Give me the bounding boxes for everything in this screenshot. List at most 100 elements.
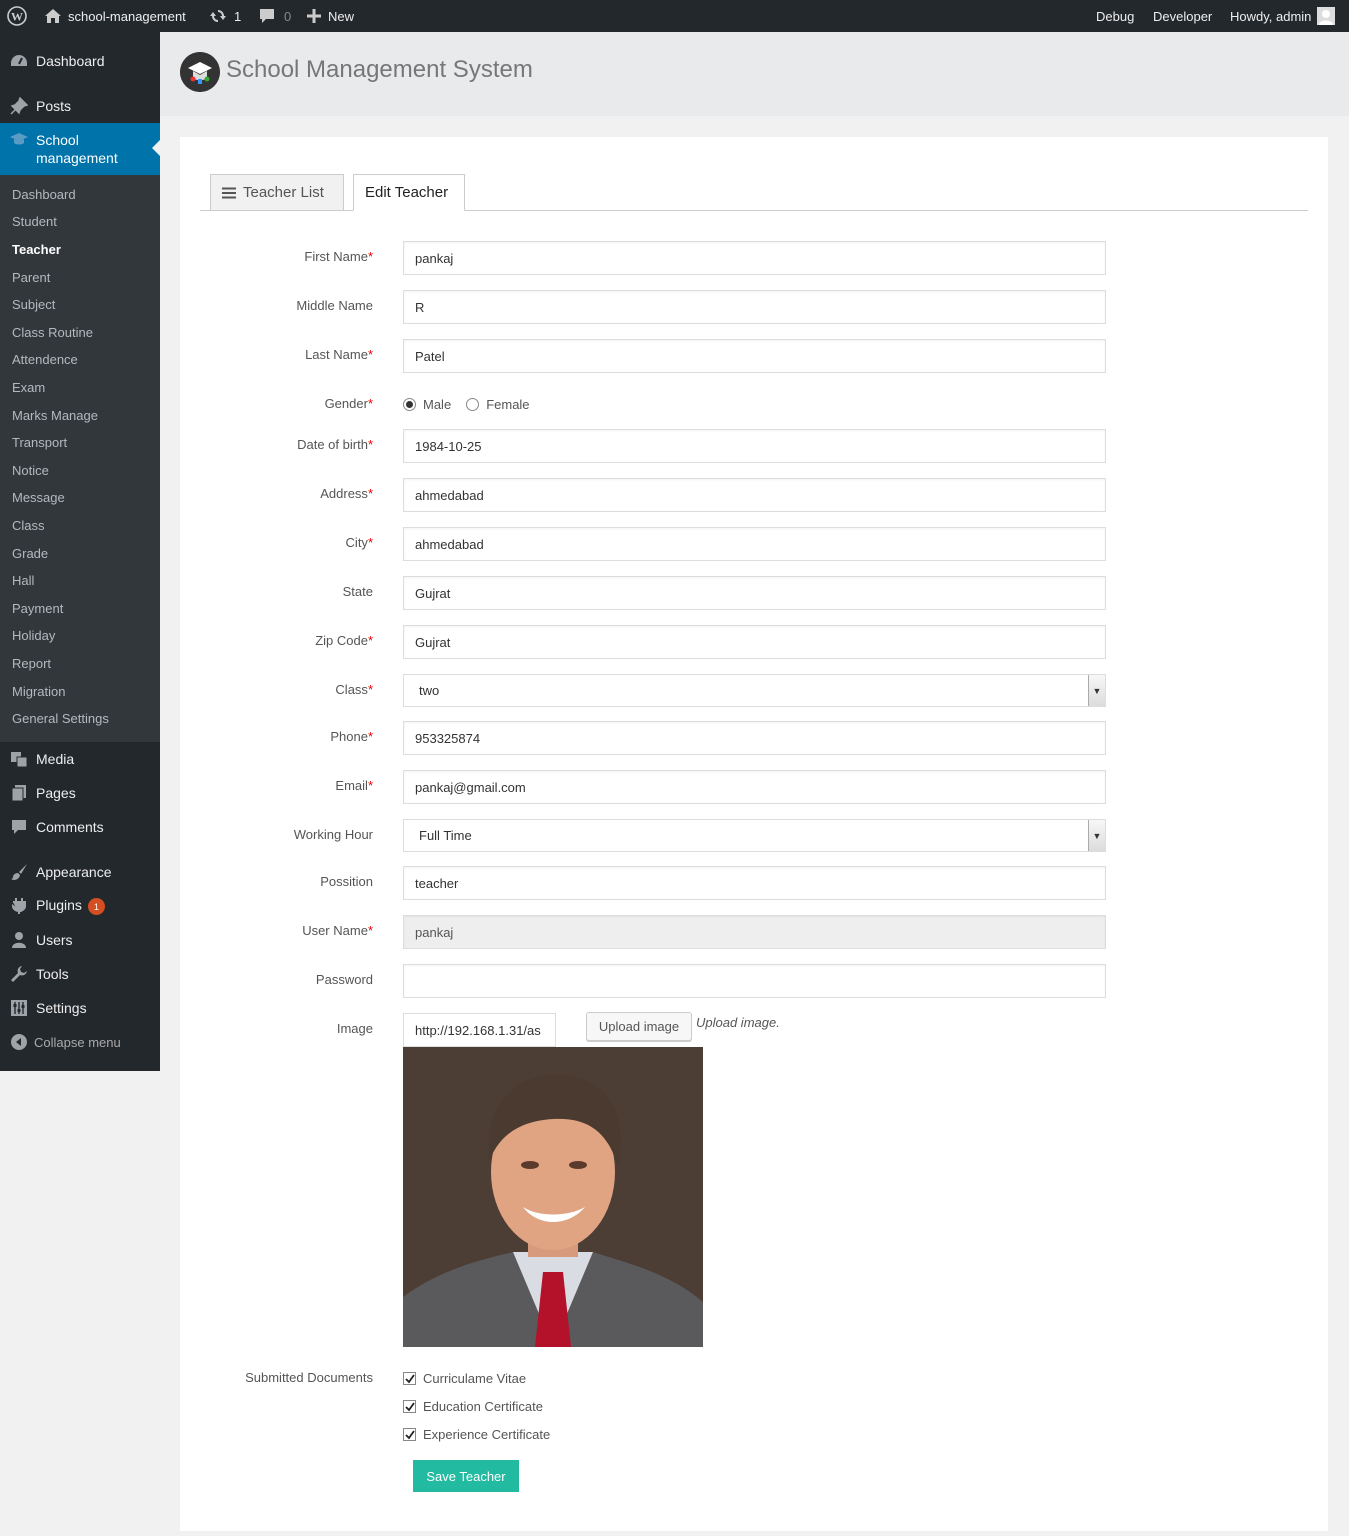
main-panel: Teacher List Edit Teacher First Name* pa… <box>180 137 1328 1531</box>
gender-label-text: Gender <box>324 396 368 411</box>
developer-link[interactable]: Developer <box>1153 0 1212 32</box>
password-label: Password <box>315 972 373 987</box>
menu-settings[interactable]: Settings <box>0 993 160 1023</box>
submenu-class[interactable]: Class <box>12 518 45 533</box>
media-icon <box>9 749 29 769</box>
phone-input[interactable]: 953325874 <box>403 721 1106 755</box>
submenu-message[interactable]: Message <box>12 490 65 505</box>
document-checkbox-row[interactable]: Experience Certificate <box>403 1427 550 1442</box>
required-marker: * <box>367 535 373 550</box>
working-hour-value: Full Time <box>419 828 472 843</box>
new-content-link[interactable]: New <box>306 0 354 32</box>
menu-pages[interactable]: Pages <box>0 778 160 808</box>
menu-users[interactable]: Users <box>0 925 160 955</box>
submenu-payment[interactable]: Payment <box>12 601 63 616</box>
checkbox-checked[interactable] <box>403 1372 416 1385</box>
gender-female-radio[interactable] <box>466 398 480 411</box>
submenu-student[interactable]: Student <box>12 214 57 229</box>
menu-school-management[interactable]: School management <box>0 123 160 175</box>
submenu-attendence[interactable]: Attendence <box>12 352 78 367</box>
dashboard-icon <box>9 51 29 71</box>
menu-media[interactable]: Media <box>0 744 160 774</box>
document-checkbox-row[interactable]: Curriculame Vitae <box>403 1371 526 1386</box>
phone-label-text: Phone <box>330 729 368 744</box>
dob-input[interactable]: 1984-10-25 <box>403 429 1106 463</box>
account-menu[interactable]: Howdy, admin <box>1230 0 1336 32</box>
menu-plugins[interactable]: Plugins 1 <box>0 891 160 921</box>
submenu-notice[interactable]: Notice <box>12 463 49 478</box>
plugin-icon <box>9 896 29 916</box>
site-name-label: school-management <box>68 8 186 24</box>
zip-label: Zip Code* <box>315 633 373 648</box>
required-marker: * <box>367 923 373 938</box>
dob-label-text: Date of birth <box>297 437 368 452</box>
gender-male-label: Male <box>423 397 452 412</box>
submenu-report[interactable]: Report <box>12 656 51 671</box>
class-select-value: two <box>419 683 440 698</box>
submitted-documents-label: Submitted Documents <box>245 1370 373 1385</box>
address-input[interactable]: ahmedabad <box>403 478 1106 512</box>
menu-comments-label: Comments <box>36 819 104 835</box>
gender-female-label: Female <box>486 397 530 412</box>
tab-edit-teacher[interactable]: Edit Teacher <box>353 174 465 211</box>
chevron-down-icon[interactable]: ▼ <box>1088 675 1105 706</box>
menu-dashboard[interactable]: Dashboard <box>0 46 160 76</box>
last-name-input[interactable]: Patel <box>403 339 1106 373</box>
gender-male-radio[interactable] <box>403 398 416 411</box>
class-select[interactable]: two ▼ <box>403 674 1106 707</box>
position-label: Possition <box>320 874 373 889</box>
debug-link[interactable]: Debug <box>1096 0 1134 32</box>
working-hour-select[interactable]: Full Time ▼ <box>403 819 1106 852</box>
image-url-input[interactable]: http://192.168.1.31/as <box>403 1013 556 1047</box>
middle-name-input[interactable]: R <box>403 290 1106 324</box>
updates-count: 1 <box>234 8 242 24</box>
wordpress-logo-icon[interactable]: W <box>7 0 27 32</box>
submenu-exam[interactable]: Exam <box>12 380 45 395</box>
avatar <box>1317 7 1336 25</box>
updates-link[interactable]: 1 <box>208 0 241 32</box>
submenu-class-routine[interactable]: Class Routine <box>12 325 93 340</box>
password-input[interactable] <box>403 964 1106 998</box>
comments-link[interactable]: 0 <box>258 0 291 32</box>
menu-tools[interactable]: Tools <box>0 959 160 989</box>
submenu-migration[interactable]: Migration <box>12 684 65 699</box>
email-label-text: Email <box>335 778 368 793</box>
menu-media-label: Media <box>36 751 75 767</box>
zip-input[interactable]: Gujrat <box>403 625 1106 659</box>
submenu-hall[interactable]: Hall <box>12 573 34 588</box>
current-menu-arrow <box>152 140 160 156</box>
pin-icon <box>9 96 29 116</box>
submenu-grade[interactable]: Grade <box>12 546 48 561</box>
menu-appearance[interactable]: Appearance <box>0 857 160 887</box>
middle-name-label: Middle Name <box>296 298 373 313</box>
settings-icon <box>9 998 29 1018</box>
menu-posts-label: Posts <box>36 98 72 114</box>
collapse-menu-button[interactable]: Collapse menu <box>0 1028 160 1056</box>
submenu-transport[interactable]: Transport <box>12 435 67 450</box>
school-logo <box>180 52 220 92</box>
submenu-dashboard[interactable]: Dashboard <box>12 187 76 202</box>
checkbox-checked[interactable] <box>403 1428 416 1441</box>
save-teacher-button[interactable]: Save Teacher <box>413 1460 519 1492</box>
upload-image-button[interactable]: Upload image <box>586 1012 692 1041</box>
state-input[interactable]: Gujrat <box>403 576 1106 610</box>
chevron-down-icon[interactable]: ▼ <box>1088 820 1105 851</box>
first-name-input[interactable]: pankaj <box>403 241 1106 275</box>
site-name-link[interactable]: school-management <box>44 0 186 32</box>
submenu-marks-manage[interactable]: Marks Manage <box>12 408 98 423</box>
menu-comments[interactable]: Comments <box>0 812 160 842</box>
tab-teacher-list[interactable]: Teacher List <box>210 174 344 211</box>
submenu-parent[interactable]: Parent <box>12 270 50 285</box>
position-input[interactable]: teacher <box>403 866 1106 900</box>
plugins-update-badge: 1 <box>87 898 105 916</box>
document-checkbox-row[interactable]: Education Certificate <box>403 1399 543 1414</box>
city-label-text: City <box>345 535 368 550</box>
checkbox-checked[interactable] <box>403 1400 416 1413</box>
submenu-general-settings[interactable]: General Settings <box>12 711 109 726</box>
submenu-holiday[interactable]: Holiday <box>12 628 55 643</box>
email-input[interactable]: pankaj@gmail.com <box>403 770 1106 804</box>
submenu-subject[interactable]: Subject <box>12 297 55 312</box>
menu-posts[interactable]: Posts <box>0 91 160 121</box>
city-input[interactable]: ahmedabad <box>403 527 1106 561</box>
submenu-teacher[interactable]: Teacher <box>12 242 61 257</box>
